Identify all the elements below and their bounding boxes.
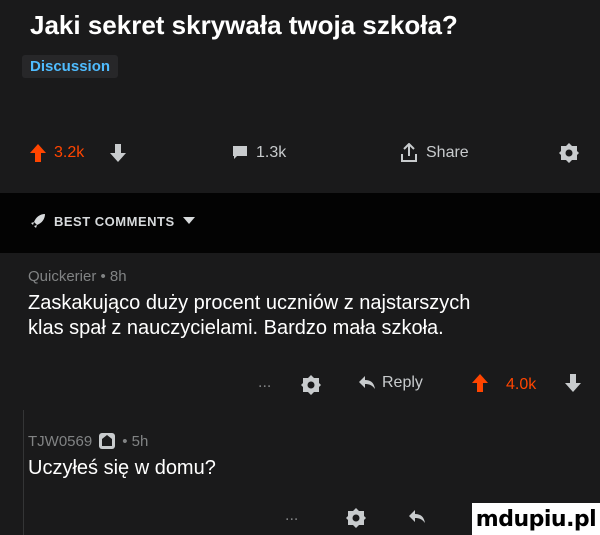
comment-text: Uczyłeś się w domu? [28,457,216,479]
comment-text-line: klas spał z nauczycielami. Bardzo mała s… [28,317,444,339]
comment-meta: TJW0569 • 5h [28,432,568,450]
comment-vote-count: 4.0k [506,376,537,393]
more-options-button[interactable]: ... [285,507,298,525]
upvote-count: 3.2k [54,144,85,161]
reply-icon[interactable] [408,509,426,525]
comment-text-line: Zaskakująco duży procent uczniów z najst… [28,292,471,314]
more-options-button[interactable]: ... [258,374,271,392]
reply-icon [359,376,375,389]
award-icon [558,142,580,164]
share-label: Share [426,144,469,161]
reply-button[interactable]: Reply [358,374,423,392]
downvote-icon[interactable] [110,144,127,162]
watermark-logo: mdupiu.pl [472,503,600,535]
comment-text: Zaskakująco duży procent uczniów z najst… [28,291,588,341]
comment-time: • 5h [122,432,149,450]
comments-button[interactable]: 1.3k [232,138,286,168]
award-button[interactable] [558,138,580,168]
post-flair-tag[interactable]: Discussion [22,55,119,78]
comment-author[interactable]: TJW0569 [28,433,92,450]
chevron-down-icon [182,217,195,225]
post-action-bar: 3.2k 1.3k Share [0,138,600,168]
upvote-icon[interactable] [472,374,488,392]
reply-label: Reply [382,374,423,391]
share-button[interactable]: Share [400,138,469,168]
rocket-icon [30,213,46,229]
sort-selector[interactable]: BEST COMMENTS [30,213,195,229]
comment-count: 1.3k [256,144,287,161]
award-icon[interactable] [300,374,322,396]
post-title: Jaki sekret skrywała twoja szkoła? [30,10,458,40]
upvote-icon[interactable] [30,144,46,162]
user-flair-icon [98,432,116,450]
comment-actions: ... Reply 4.0k [0,370,600,400]
comment-icon [232,145,248,161]
comment: Quickerier • 8h Zaskakująco duży procent… [28,268,588,341]
comment: TJW0569 • 5h Uczyłeś się w domu? [28,432,568,481]
sort-label: BEST COMMENTS [54,213,175,229]
comment-sort-bar[interactable]: BEST COMMENTS [0,193,600,253]
vote-group: 3.2k [30,138,127,168]
share-icon [400,143,418,163]
award-icon[interactable] [345,507,367,529]
comment-meta[interactable]: Quickerier • 8h [28,268,588,285]
downvote-icon[interactable] [565,374,581,392]
